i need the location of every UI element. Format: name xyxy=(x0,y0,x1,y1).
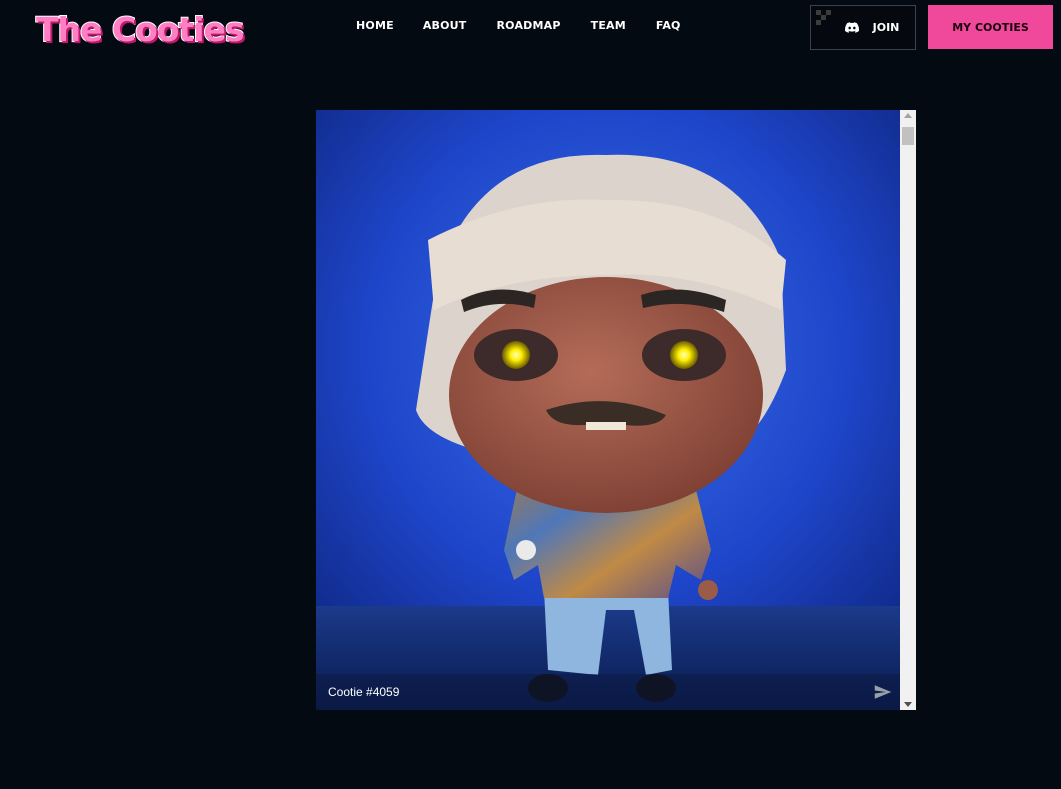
scroll-thumb[interactable] xyxy=(902,127,914,145)
caption-bar: Cootie #4059 xyxy=(316,674,900,710)
site-logo[interactable]: The Cooties xyxy=(35,8,246,50)
viewer-scrollbar[interactable] xyxy=(900,110,916,710)
nav-team[interactable]: TEAM xyxy=(591,19,626,32)
scroll-up-arrow-icon[interactable] xyxy=(904,113,912,118)
artwork-viewer: Cootie #4059 xyxy=(316,110,916,710)
logo-text: The Cooties xyxy=(35,9,246,50)
pixel-decoration xyxy=(816,10,834,26)
nav-home[interactable]: HOME xyxy=(356,19,394,32)
join-discord-button[interactable]: JOIN xyxy=(810,5,916,50)
my-cooties-label: MY COOTIES xyxy=(952,20,1029,34)
main-nav: HOME ABOUT ROADMAP TEAM FAQ xyxy=(356,19,681,32)
my-cooties-button[interactable]: MY COOTIES xyxy=(928,5,1053,49)
discord-icon xyxy=(844,22,859,33)
nav-faq[interactable]: FAQ xyxy=(656,19,681,32)
nav-roadmap[interactable]: ROADMAP xyxy=(497,19,561,32)
scroll-down-arrow-icon[interactable] xyxy=(904,702,912,707)
nav-about[interactable]: ABOUT xyxy=(423,19,467,32)
cootie-caption: Cootie #4059 xyxy=(328,685,400,699)
join-label: JOIN xyxy=(872,21,900,34)
send-icon[interactable] xyxy=(874,684,892,700)
cootie-artwork xyxy=(316,110,900,710)
